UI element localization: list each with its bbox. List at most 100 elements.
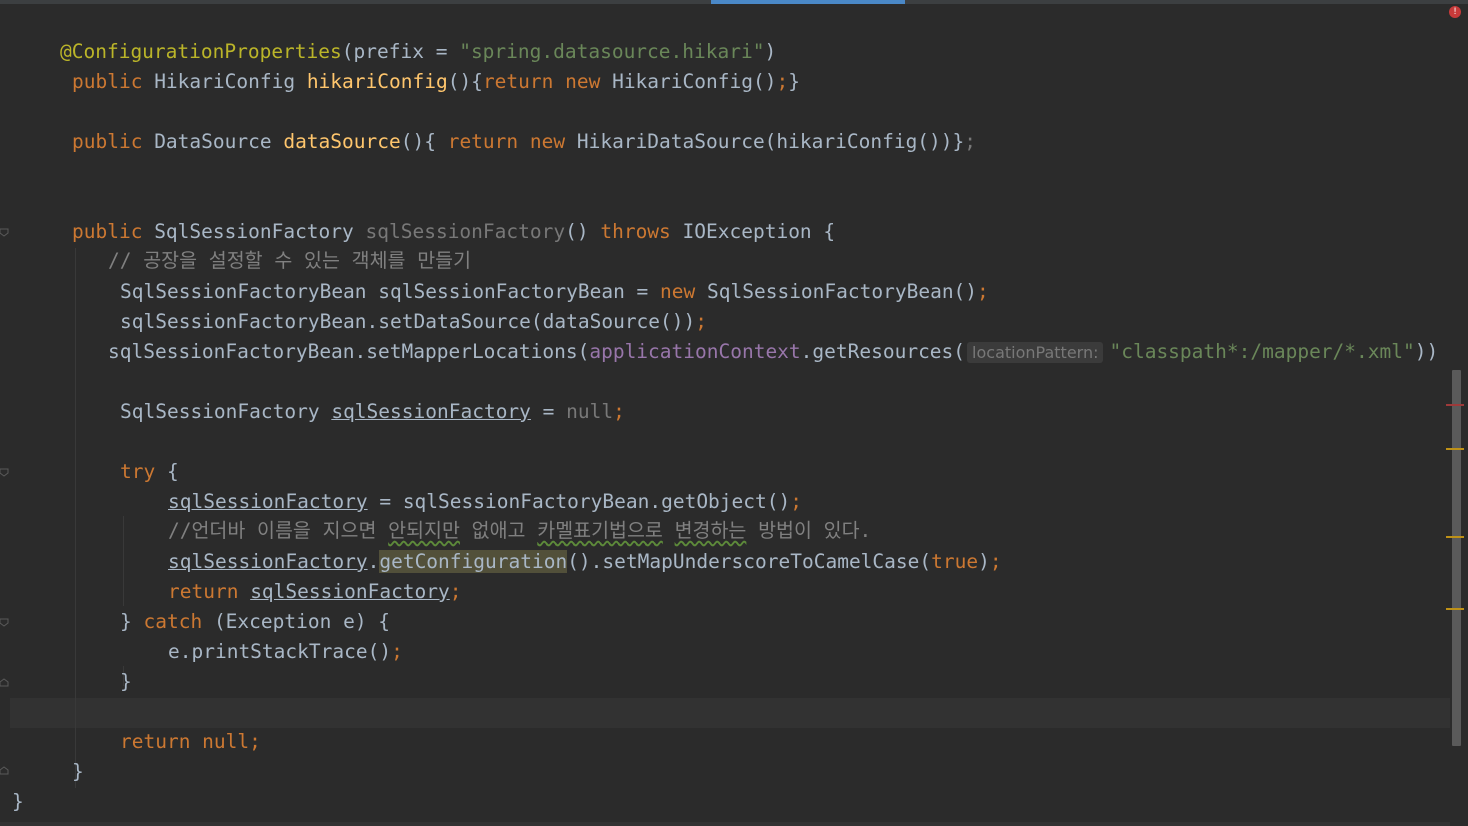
code-token: //언더바 이름을 지으면 xyxy=(168,519,389,542)
code-token: . xyxy=(367,550,380,573)
code-token: catch xyxy=(143,610,214,633)
code-token: } xyxy=(12,790,24,813)
code-token: .getResources( xyxy=(800,340,966,363)
code-line-15[interactable]: try { xyxy=(120,457,179,487)
code-line-9[interactable]: SqlSessionFactoryBean sqlSessionFactoryB… xyxy=(120,277,989,307)
code-token: e.printStackTrace() xyxy=(168,640,392,663)
code-token: "classpath*:/mapper/*.xml" xyxy=(1109,340,1415,363)
code-token: { xyxy=(166,460,179,483)
code-token: @ConfigurationProperties xyxy=(60,40,342,63)
code-line-10[interactable]: sqlSessionFactoryBean.setDataSource(data… xyxy=(120,307,707,337)
code-token: 방법이 있다. xyxy=(746,519,872,542)
code-token: = xyxy=(530,400,567,423)
code-token: IOException { xyxy=(682,220,836,243)
indent-guide xyxy=(75,248,76,788)
code-line-11[interactable]: sqlSessionFactoryBean.setMapperLocations… xyxy=(108,337,1438,367)
code-line-1[interactable]: @ConfigurationProperties(prefix = "sprin… xyxy=(60,37,776,67)
code-token: prefix xyxy=(353,40,424,63)
indent-guide xyxy=(123,516,124,606)
fold-marker-icon[interactable] xyxy=(0,228,9,237)
warning-stripe-marker[interactable] xyxy=(1446,536,1464,538)
code-token: 없애고 xyxy=(459,519,538,542)
code-line-25[interactable]: } xyxy=(72,757,84,787)
warning-stripe-marker[interactable] xyxy=(1446,448,1464,450)
warning-stripe-marker[interactable] xyxy=(1446,608,1464,610)
code-token: ; xyxy=(977,280,989,303)
code-token: SqlSessionFactoryBean() xyxy=(707,280,978,303)
code-line-16[interactable]: sqlSessionFactory = sqlSessionFactoryBea… xyxy=(168,487,802,517)
code-token: HikariConfig() xyxy=(612,70,777,93)
code-token: ; xyxy=(449,580,462,603)
code-token: sqlSessionFactory xyxy=(331,400,531,423)
code-token: )) xyxy=(1414,340,1439,363)
code-token: sqlSessionFactory xyxy=(168,550,368,573)
code-line-20[interactable]: } catch (Exception e) { xyxy=(120,607,390,637)
fold-marker-icon[interactable] xyxy=(0,766,9,775)
fold-marker-icon[interactable] xyxy=(0,618,9,627)
code-token: ( xyxy=(341,40,354,63)
code-line-26[interactable]: } xyxy=(12,787,24,817)
code-token: SqlSessionFactory xyxy=(120,400,332,423)
code-token: return null; xyxy=(120,730,261,753)
code-token: dataSource xyxy=(283,130,401,153)
parameter-hint: locationPattern: xyxy=(967,342,1104,363)
editor-gutter[interactable] xyxy=(0,4,10,826)
code-line-21[interactable]: e.printStackTrace(); xyxy=(168,637,403,667)
code-token: (){ xyxy=(400,130,448,153)
code-token: ; xyxy=(790,490,802,513)
code-token: DataSource xyxy=(154,130,284,153)
code-token: applicationContext xyxy=(589,340,801,363)
code-token: ().setMapUnderscoreToCamelCase( xyxy=(567,550,932,573)
code-token: ; xyxy=(964,130,977,153)
code-token: ; xyxy=(989,550,1002,573)
code-token: hikariConfig xyxy=(306,70,448,93)
code-token: true xyxy=(931,550,979,573)
code-token: new xyxy=(660,280,708,303)
code-token: sqlSessionFactory xyxy=(250,580,450,603)
code-token: sqlSessionFactory xyxy=(365,220,566,243)
code-line-13[interactable]: SqlSessionFactory sqlSessionFactory = nu… xyxy=(120,397,625,427)
code-token: public xyxy=(72,220,155,243)
editor-bottom-border xyxy=(0,822,1450,826)
fold-marker-icon[interactable] xyxy=(0,468,9,477)
code-token: ) xyxy=(764,40,777,63)
code-token: HikariConfig xyxy=(154,70,307,93)
code-token: "spring.datasource.hikari" xyxy=(459,40,765,63)
code-line-22[interactable]: } xyxy=(120,667,132,697)
code-token: sqlSessionFactoryBean.setDataSource(data… xyxy=(120,310,696,333)
code-line-19[interactable]: return sqlSessionFactory; xyxy=(168,577,462,607)
editor-scrollbar-thumb[interactable] xyxy=(1452,370,1461,746)
code-token: ) xyxy=(978,550,990,573)
code-token: sqlSessionFactory xyxy=(168,490,368,513)
error-stripe-icon[interactable]: ! xyxy=(1449,6,1461,18)
code-token: return new xyxy=(447,130,577,153)
code-line-17[interactable]: //언더바 이름을 지으면 안되지만 없애고 카멜표기법으로 변경하는 방법이 … xyxy=(168,516,871,546)
code-token: (){ xyxy=(447,70,483,93)
active-tab-indicator[interactable] xyxy=(711,0,905,4)
code-token: getConfiguration xyxy=(379,550,568,573)
fold-marker-icon[interactable] xyxy=(0,678,9,687)
code-line-4[interactable]: public DataSource dataSource(){ return n… xyxy=(72,127,976,157)
code-token: sqlSessionFactoryBean.setMapperLocations… xyxy=(108,340,590,363)
code-token: public xyxy=(72,130,155,153)
code-line-24[interactable]: return null; xyxy=(120,727,261,757)
code-token: () xyxy=(565,220,601,243)
code-token: null xyxy=(566,400,614,423)
code-line-2[interactable]: public HikariConfig hikariConfig(){retur… xyxy=(72,67,800,97)
code-token: HikariDataSource(hikariConfig())} xyxy=(576,130,965,153)
code-line-18[interactable]: sqlSessionFactory.getConfiguration().set… xyxy=(168,547,1002,577)
code-token: SqlSessionFactory xyxy=(154,220,366,243)
error-stripe-marker[interactable] xyxy=(1446,404,1464,406)
code-token: } xyxy=(72,760,84,783)
code-token: } xyxy=(120,610,144,633)
editor-tab-strip xyxy=(0,0,1468,4)
code-token: = sqlSessionFactoryBean.getObject() xyxy=(367,490,791,513)
code-token: 카멜표기법으로 xyxy=(537,519,663,542)
code-line-7[interactable]: public SqlSessionFactory sqlSessionFacto… xyxy=(72,217,835,247)
code-line-8[interactable]: // 공장을 설정할 수 있는 객체를 만들기 xyxy=(108,246,471,276)
code-token: 변경하는 xyxy=(674,519,747,542)
code-token: return new xyxy=(482,70,613,93)
code-token: SqlSessionFactoryBean sqlSessionFactoryB… xyxy=(120,280,661,303)
code-token: ; xyxy=(695,310,708,333)
